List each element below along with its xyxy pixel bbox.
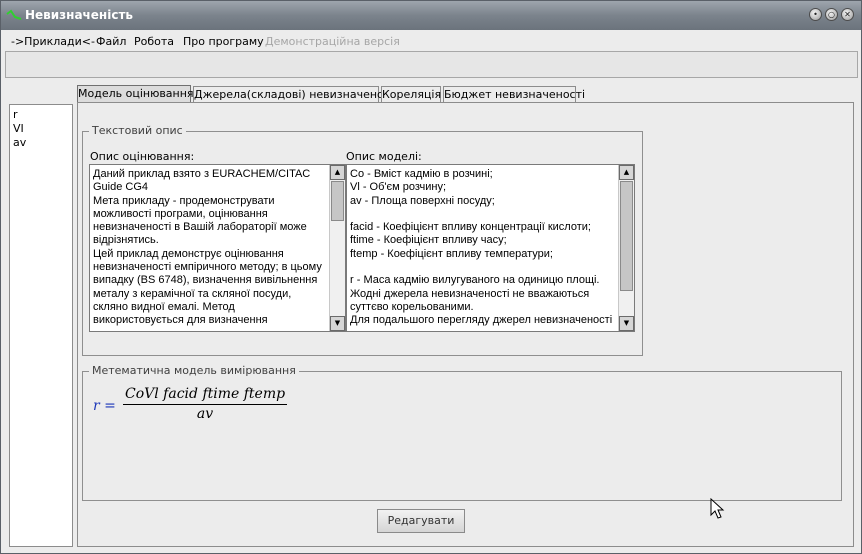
variables-list[interactable]: r VI av bbox=[9, 104, 73, 547]
tab-panel: Текстовий опис Опис оцінювання: Даний пр… bbox=[77, 102, 854, 547]
tab-uncertainty-budget[interactable]: Бюджет невизначеності bbox=[443, 86, 585, 103]
mouse-cursor-icon bbox=[710, 498, 725, 519]
formula-fraction: CoVl facid ftime ftemp av bbox=[123, 386, 288, 422]
math-model-group: Метематична модель вимірювання r = CoVl … bbox=[82, 364, 842, 501]
evaluation-description-memo[interactable]: Даний приклад взято з EURACHEM/CITAC Gui… bbox=[89, 164, 346, 332]
close-button[interactable]: ✕ bbox=[841, 8, 854, 21]
evaluation-scrollbar[interactable]: ▲ ▼ bbox=[329, 165, 345, 331]
tab-correlation[interactable]: Кореляція bbox=[381, 86, 441, 103]
title-bar[interactable]: Невизначеність • ○ ✕ bbox=[1, 1, 861, 30]
scroll-down-arrow-icon[interactable]: ▼ bbox=[619, 316, 634, 331]
text-description-group: Текстовий опис Опис оцінювання: Даний пр… bbox=[82, 124, 643, 356]
group-title: Метематична модель вимірювання bbox=[89, 364, 299, 377]
menu-bar: ->Приклади<- Файл Робота Про програму Де… bbox=[1, 31, 861, 51]
window-title: Невизначеність bbox=[25, 8, 133, 22]
menu-file[interactable]: Файл bbox=[96, 35, 126, 48]
model-scrollbar[interactable]: ▲ ▼ bbox=[618, 165, 634, 331]
edit-button[interactable]: Редагувати bbox=[377, 509, 465, 533]
evaluation-description-text: Даний приклад взято з EURACHEM/CITAC Gui… bbox=[93, 168, 322, 327]
group-title: Текстовий опис bbox=[89, 124, 186, 137]
app-chart-icon bbox=[6, 9, 22, 20]
formula-numerator: CoVl facid ftime ftemp bbox=[125, 386, 286, 402]
maximize-button[interactable]: ○ bbox=[825, 8, 838, 21]
formula-denominator: av bbox=[196, 406, 214, 422]
menu-examples[interactable]: ->Приклади<- bbox=[11, 35, 95, 48]
scroll-down-arrow-icon[interactable]: ▼ bbox=[330, 316, 345, 331]
formula-lhs: r = bbox=[93, 398, 116, 414]
scroll-thumb[interactable] bbox=[620, 181, 633, 291]
menu-demo-version: Демонстраційна версія bbox=[265, 35, 400, 48]
list-item[interactable]: r bbox=[13, 108, 72, 122]
menu-work[interactable]: Робота bbox=[134, 35, 174, 48]
scroll-up-arrow-icon[interactable]: ▲ bbox=[619, 165, 634, 180]
scroll-up-arrow-icon[interactable]: ▲ bbox=[330, 165, 345, 180]
evaluation-description-label: Опис оцінювання: bbox=[90, 150, 195, 163]
list-item[interactable]: av bbox=[13, 136, 72, 150]
model-description-label: Опис моделі: bbox=[346, 150, 422, 163]
toolbar bbox=[5, 51, 858, 78]
minimize-button[interactable]: • bbox=[809, 8, 822, 21]
fraction-bar bbox=[123, 404, 288, 405]
tab-uncertainty-sources[interactable]: Джерела(складові) невизначеності bbox=[193, 86, 399, 103]
menu-about[interactable]: Про програму bbox=[183, 35, 264, 48]
model-description-text: Co - Вміст кадмію в розчині; Vl - Об'єм … bbox=[350, 168, 613, 327]
list-item[interactable]: VI bbox=[13, 122, 72, 136]
main-window: Невизначеність • ○ ✕ ->Приклади<- Файл Р… bbox=[0, 0, 862, 554]
model-description-memo[interactable]: Co - Вміст кадмію в розчині; Vl - Об'єм … bbox=[346, 164, 635, 332]
scroll-thumb[interactable] bbox=[331, 181, 344, 221]
